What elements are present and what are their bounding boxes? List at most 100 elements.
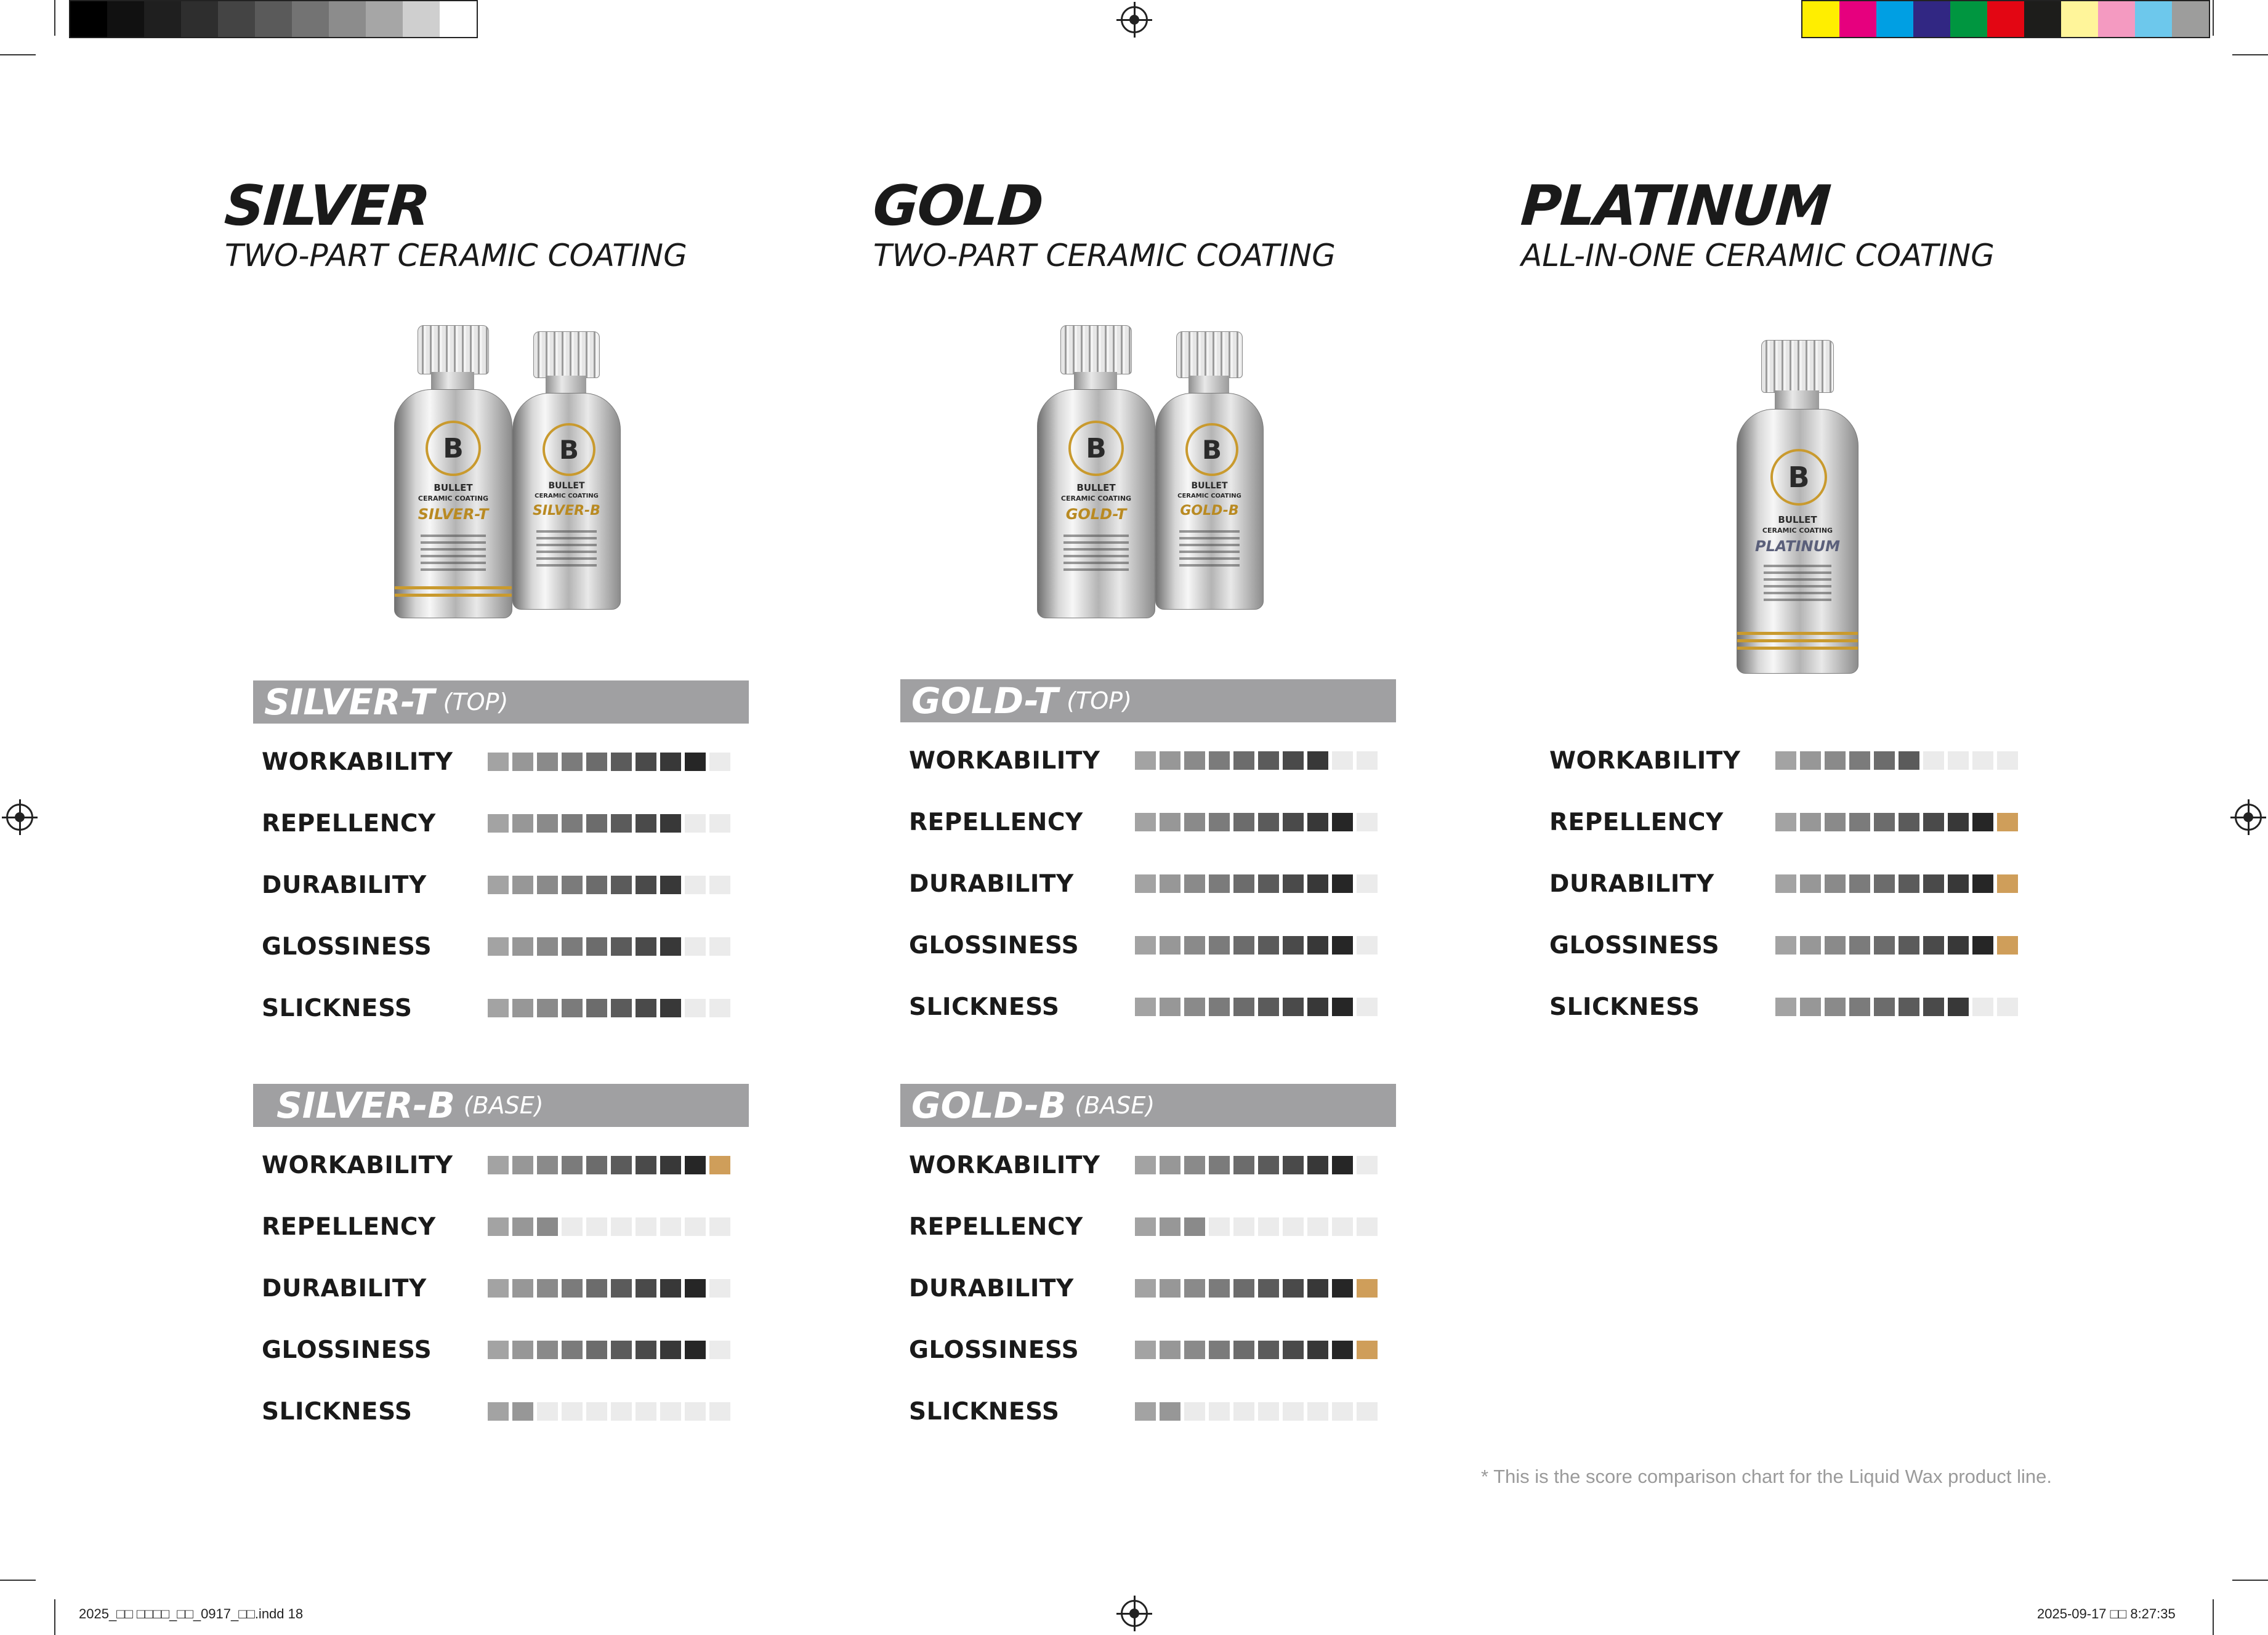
score-segment-filled xyxy=(1135,1156,1156,1174)
score-segment-empty xyxy=(1357,813,1378,831)
score-segment-filled xyxy=(1307,936,1328,955)
score-segment-empty xyxy=(1258,1402,1279,1421)
score-segment-filled xyxy=(1258,936,1279,955)
score-segment-filled xyxy=(488,1156,509,1174)
score-segment-filled xyxy=(1283,813,1304,831)
color-swatch xyxy=(107,1,144,37)
footer-timestamp: 2025-09-17 □□ 8:27:35 xyxy=(2037,1606,2176,1621)
score-segment-filled xyxy=(1948,813,1969,831)
score-segment-empty xyxy=(660,1402,681,1421)
score-segment-filled xyxy=(1775,874,1796,893)
score-segment-filled xyxy=(1972,936,1993,955)
score-segment-filled xyxy=(685,753,706,771)
bottle-label: PLATINUM xyxy=(1755,538,1840,555)
metric-label: GLOSSINESS xyxy=(909,1336,1080,1364)
score-segment-empty xyxy=(1357,1217,1378,1236)
score-segment-empty xyxy=(1258,1217,1279,1236)
metric-row: SLICKNESS xyxy=(262,995,734,1022)
score-segment-filled xyxy=(660,753,681,771)
section-header-silver-b: SILVER-B (BASE) xyxy=(253,1084,749,1127)
metric-row: DURABILITY xyxy=(909,870,1381,898)
brand-logo-icon: B xyxy=(1068,421,1124,476)
score-segment-filled xyxy=(1874,874,1895,893)
score-segment-filled xyxy=(488,937,509,956)
metric-label: REPELLENCY xyxy=(909,808,1083,836)
score-segment-filled xyxy=(1160,1156,1180,1174)
grayscale-color-bar xyxy=(69,0,478,38)
score-segment-filled xyxy=(660,876,681,894)
score-segment-filled xyxy=(1258,1341,1279,1359)
score-segment-filled xyxy=(1307,813,1328,831)
score-segment-filled xyxy=(1948,998,1969,1016)
score-segment-empty xyxy=(611,1217,632,1236)
bottle-sub: CERAMIC COATING xyxy=(1177,493,1241,499)
score-segment-filled xyxy=(562,753,583,771)
score-bar xyxy=(1135,751,1381,770)
bottle-brand: BULLET xyxy=(1191,481,1228,491)
score-segment-filled xyxy=(636,1341,656,1359)
score-segment-filled xyxy=(636,814,656,833)
score-segment-filled xyxy=(1307,751,1328,770)
score-segment-filled xyxy=(1135,1402,1156,1421)
score-bar xyxy=(488,1341,734,1359)
score-bar xyxy=(1775,751,2022,770)
metric-row: DURABILITY xyxy=(262,871,734,899)
score-segment-filled xyxy=(660,1341,681,1359)
score-segment-filled xyxy=(1209,936,1230,955)
metric-label: WORKABILITY xyxy=(909,1151,1100,1179)
score-segment-filled xyxy=(1923,936,1944,955)
score-segment-filled xyxy=(611,814,632,833)
score-segment-filled xyxy=(685,1279,706,1298)
product-platinum: PLATINUM ALL-IN-ONE CERAMIC COATING xyxy=(1519,174,1995,271)
score-segment-empty xyxy=(685,1217,706,1236)
score-segment-filled xyxy=(1135,936,1156,955)
score-segment-filled xyxy=(1283,1156,1304,1174)
metric-row: SLICKNESS xyxy=(262,1398,734,1426)
metric-row: GLOSSINESS xyxy=(909,931,1381,959)
metric-row: DURABILITY xyxy=(1549,870,2022,898)
score-segment-filled xyxy=(1283,751,1304,770)
score-segment-filled xyxy=(1332,813,1353,831)
score-segment-empty xyxy=(537,1402,558,1421)
score-segment-filled xyxy=(1160,813,1180,831)
metric-label: GLOSSINESS xyxy=(1549,931,1720,959)
score-segment-filled xyxy=(1233,751,1254,770)
score-segment-filled xyxy=(1849,936,1870,955)
metric-label: GLOSSINESS xyxy=(909,931,1080,959)
score-bar xyxy=(1775,874,2022,893)
score-segment-filled xyxy=(586,753,607,771)
score-segment-filled xyxy=(1825,813,1846,831)
metric-row: SLICKNESS xyxy=(909,993,1381,1021)
score-segment-filled xyxy=(1160,874,1180,893)
score-segment-filled xyxy=(1160,936,1180,955)
product-subtitle: TWO-PART CERAMIC COATING xyxy=(225,238,687,273)
color-swatch xyxy=(1987,1,2024,37)
score-segment-empty xyxy=(1209,1217,1230,1236)
score-bar xyxy=(1135,936,1381,955)
bottle-sub: CERAMIC COATING xyxy=(418,495,489,503)
score-segment-filled xyxy=(1135,998,1156,1016)
score-segment-filled xyxy=(562,937,583,956)
score-segment-filled xyxy=(1332,1279,1353,1298)
score-segment-filled xyxy=(1332,1156,1353,1174)
score-segment-filled xyxy=(512,1217,533,1236)
score-segment-empty xyxy=(685,937,706,956)
score-segment-filled xyxy=(1307,1279,1328,1298)
score-segment-filled xyxy=(1997,813,2018,831)
score-segment-filled xyxy=(685,1341,706,1359)
bottle-label: SILVER-T xyxy=(418,506,489,523)
score-bar xyxy=(488,1279,734,1298)
score-segment-filled xyxy=(512,876,533,894)
score-segment-filled xyxy=(1332,874,1353,893)
bottle-sub: CERAMIC COATING xyxy=(1060,495,1132,503)
score-segment-filled xyxy=(1184,1279,1205,1298)
score-segment-filled xyxy=(562,999,583,1017)
score-segment-empty xyxy=(1357,874,1378,893)
score-segment-filled xyxy=(537,814,558,833)
score-segment-filled xyxy=(1899,751,1919,770)
score-segment-empty xyxy=(1997,751,2018,770)
bottle-brand: BULLET xyxy=(1778,514,1817,525)
crop-mark xyxy=(0,1580,36,1581)
score-segment-filled xyxy=(512,814,533,833)
score-segment-empty xyxy=(1209,1402,1230,1421)
